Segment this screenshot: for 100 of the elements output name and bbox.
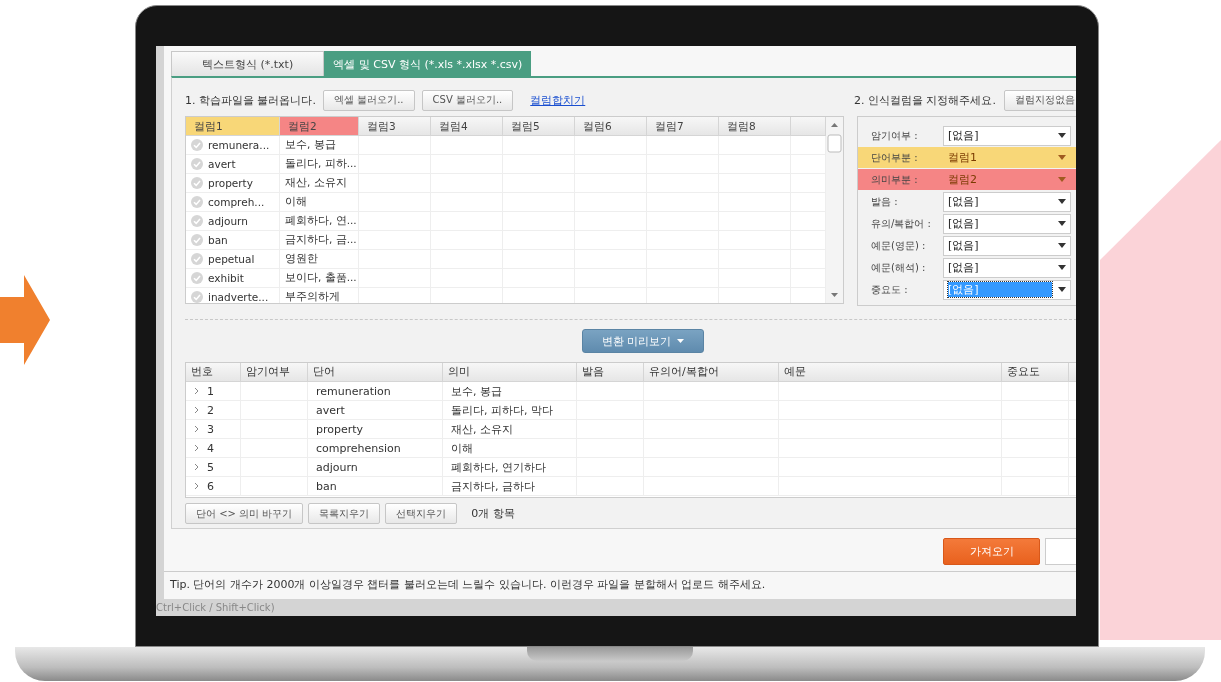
dropdown[interactable]: [없음]: [943, 213, 1071, 234]
caret-icon: [1058, 155, 1066, 160]
field-label: 유의/복합어 :: [871, 216, 932, 231]
table-cell: 부주의하게: [280, 288, 359, 303]
field-label: 암기여부 :: [871, 128, 919, 143]
caret-icon: [1058, 243, 1066, 248]
table-cell: 5: [207, 460, 214, 474]
column-header: 컬럼3: [359, 117, 431, 136]
table-cell: ban: [208, 234, 228, 246]
dropdown[interactable]: 컬럼1: [943, 147, 1071, 168]
table-cell: 폐회하다, 연기하다: [443, 458, 577, 477]
action-button[interactable]: 목록지우기: [308, 503, 381, 524]
dropdown[interactable]: [없음]: [943, 125, 1071, 146]
table-cell: 재산, 소유지: [443, 420, 577, 439]
no-column-button[interactable]: 컬럼지정없음: [1004, 89, 1076, 111]
chevron-icon: [194, 444, 199, 452]
column-header: 중요도: [1002, 363, 1069, 382]
table-cell: property: [208, 177, 253, 189]
check-icon: [191, 253, 203, 265]
column-header: 컬럼2: [280, 117, 359, 136]
dropdown[interactable]: [없음]: [943, 257, 1071, 278]
table-cell: 이해: [443, 439, 577, 458]
tab[interactable]: 텍스트형식 (*.txt): [171, 51, 325, 76]
table-cell: remunera...: [208, 139, 270, 151]
field-label: 의미부분 :: [871, 172, 919, 187]
table-cell: 영원한: [280, 250, 359, 269]
empty-cell: [1002, 382, 1069, 401]
item-count: 0개 항목: [471, 506, 515, 521]
table-cell: 금지하다, 금하다: [443, 477, 577, 496]
table-cell: 보이다, 출품...: [280, 269, 359, 288]
check-icon: [191, 234, 203, 246]
table-cell: comprehension: [308, 439, 443, 458]
column-header: 발음: [577, 363, 644, 382]
chevron-icon: [194, 463, 199, 471]
empty-cell: [647, 136, 719, 155]
column-header: 번호: [186, 363, 241, 382]
check-icon: [191, 196, 203, 208]
caret-icon: [677, 339, 685, 343]
empty-cell: [431, 136, 503, 155]
field-label: 중요도 :: [871, 282, 909, 297]
load-button[interactable]: 엑셀 불러오기..: [323, 89, 415, 111]
column-header: 컬럼6: [575, 117, 647, 136]
merge-columns-link[interactable]: 컬럼합치기: [530, 92, 586, 108]
table-cell: 보수, 봉급: [443, 382, 577, 401]
column-header: 컬럼1: [186, 117, 280, 136]
empty-cell: [719, 136, 791, 155]
caret-icon: [1058, 221, 1066, 226]
table-cell: 금지하다, 금...: [280, 231, 359, 250]
load-button[interactable]: CSV 불러오기..: [421, 89, 514, 111]
empty-cell: [577, 477, 644, 496]
table-cell: avert: [208, 158, 236, 170]
chevron-icon: [194, 482, 199, 490]
column-header: 컬럼4: [431, 117, 503, 136]
dropdown[interactable]: [없음]: [943, 235, 1071, 256]
caret-icon: [1058, 133, 1066, 138]
action-button[interactable]: 단어 <> 의미 바꾸기: [185, 503, 304, 524]
table-cell: 돌리다, 피하...: [280, 155, 359, 174]
table-cell: compreh...: [208, 196, 265, 208]
table-cell: 보수, 봉급: [280, 136, 359, 155]
empty-cell: [577, 382, 644, 401]
column-header: 유의어/복합어: [644, 363, 779, 382]
table-cell: 2: [207, 403, 214, 417]
empty-cell: [575, 136, 647, 155]
table-cell: adjourn: [308, 458, 443, 477]
chevron-icon: [194, 425, 199, 433]
table-cell: 돌리다, 피하다, 막다: [443, 401, 577, 420]
chevron-icon: [194, 387, 199, 395]
field-label: 예문(영문) :: [871, 238, 927, 253]
table-cell: 3: [207, 422, 214, 436]
caret-icon: [1058, 177, 1066, 182]
check-icon: [191, 272, 203, 284]
table-cell: adjourn: [208, 215, 248, 227]
table-cell: 이해: [280, 193, 359, 212]
column-header: 컬럼5: [503, 117, 575, 136]
table-cell: ban: [308, 477, 443, 496]
arrow-icon: [0, 275, 50, 365]
column-header: 컬럼7: [647, 117, 719, 136]
field-label: 단어부분 :: [871, 150, 919, 165]
field-label: 예문(해석) :: [871, 260, 927, 275]
section-label: 2. 인식컬럼을 지정해주세요.: [854, 92, 996, 108]
empty-cell: [359, 136, 431, 155]
table-cell: 1: [207, 384, 214, 398]
check-icon: [191, 158, 203, 170]
action-button[interactable]: 선택지우기: [385, 503, 458, 524]
table-cell: 6: [207, 479, 214, 493]
dropdown[interactable]: 컬럼2: [943, 169, 1071, 190]
table-cell: exhibit: [208, 272, 244, 284]
table-cell: inadverte...: [208, 291, 269, 303]
caret-icon: [1058, 199, 1066, 204]
caret-icon: [1058, 265, 1066, 270]
check-icon: [191, 215, 203, 227]
empty-cell: [1002, 477, 1069, 496]
section-label: 1. 학습파일을 불러옵니다.: [185, 92, 316, 108]
table-cell: remuneration: [308, 382, 443, 401]
field-label: 발음 :: [871, 194, 899, 209]
dropdown[interactable]: [없음]: [943, 191, 1071, 212]
empty-cell: [503, 136, 575, 155]
table-cell: avert: [308, 401, 443, 420]
chevron-icon: [194, 406, 199, 414]
column-header: 예문: [779, 363, 1002, 382]
